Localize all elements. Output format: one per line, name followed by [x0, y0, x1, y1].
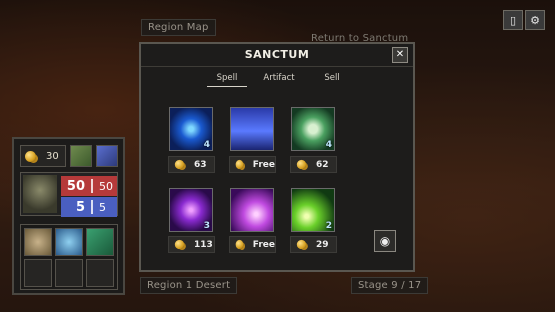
map-scroll-icon[interactable] — [70, 145, 92, 167]
mana-max: 5 — [99, 200, 106, 214]
price-value: 113 — [194, 239, 213, 250]
sanctum-modal: SANCTUM ✕ Spell Artifact Sell 4 4 63 Fre… — [139, 42, 415, 272]
hp-current: 50 — [66, 178, 85, 194]
close-icon: ✕ — [395, 49, 405, 60]
gold-amount: 30 — [46, 150, 59, 162]
water-orb-icon[interactable] — [55, 228, 83, 256]
gold-counter: 30 — [20, 145, 66, 167]
tab-spell[interactable]: Spell — [207, 73, 247, 87]
region-map-label[interactable]: Region Map — [141, 19, 216, 36]
tab-artifact[interactable]: Artifact — [259, 73, 299, 83]
gold-coin-icon — [174, 159, 185, 170]
gold-coin-icon — [296, 159, 307, 170]
close-button[interactable]: ✕ — [392, 47, 408, 63]
purple-burst-spell-icon[interactable] — [230, 188, 274, 232]
price-value: Free — [252, 239, 275, 250]
gear-icon: ⚙ — [530, 13, 540, 27]
gold-coin-icon — [235, 239, 244, 250]
price-value: 29 — [316, 239, 329, 250]
gold-coin-icon — [235, 159, 244, 170]
mana-bar: 5 5 — [61, 197, 117, 217]
book-button[interactable]: ▯ — [503, 10, 523, 30]
hp-separator — [91, 179, 93, 193]
sword-shield-spell-icon[interactable] — [230, 107, 274, 151]
gold-coin-icon — [296, 239, 307, 250]
hp-bar: 50 50 — [61, 176, 117, 196]
hp-max: 50 — [99, 179, 113, 193]
stage-label: Stage 9 / 17 — [351, 277, 429, 294]
tab-sell[interactable]: Sell — [312, 73, 352, 83]
spiral-relic-icon[interactable] — [24, 228, 52, 256]
price-value: Free — [252, 159, 275, 170]
empty-slot[interactable] — [24, 259, 52, 287]
spell-level: 2 — [325, 221, 332, 231]
mana-current: 5 — [75, 199, 85, 215]
spell-price[interactable]: 29 — [290, 236, 337, 253]
region-name-label: Region 1 Desert — [140, 277, 238, 294]
spell-price[interactable]: Free — [229, 156, 276, 173]
player-panel: 30 50 50 5 5 — [12, 137, 125, 295]
empty-slot[interactable] — [55, 259, 83, 287]
spell-level: 3 — [203, 221, 210, 231]
spell-price[interactable]: Free — [229, 236, 276, 253]
gold-coin-icon — [174, 239, 185, 250]
purple-rune-spell-icon[interactable]: 3 — [169, 188, 213, 232]
spell-price[interactable]: 63 — [168, 156, 215, 173]
price-value: 62 — [316, 159, 329, 170]
mana-separator — [91, 200, 93, 214]
skull-spell-icon[interactable]: 4 — [291, 107, 335, 151]
modal-title: SANCTUM — [141, 44, 413, 67]
orc-portrait-icon — [23, 175, 57, 213]
eye-icon: ◉ — [379, 234, 391, 248]
gold-coin-icon — [25, 150, 36, 162]
green-tome-icon[interactable] — [86, 228, 114, 256]
spellbook-icon[interactable] — [96, 145, 118, 167]
price-value: 63 — [194, 159, 207, 170]
empty-slot[interactable] — [86, 259, 114, 287]
inventory-grid — [20, 224, 118, 290]
spell-level: 4 — [325, 140, 332, 150]
reveal-button[interactable]: ◉ — [374, 230, 396, 252]
green-bolt-spell-icon[interactable]: 2 — [291, 188, 335, 232]
book-icon: ▯ — [509, 13, 517, 27]
spell-level: 4 — [203, 140, 210, 150]
spell-price[interactable]: 62 — [290, 156, 337, 173]
blue-eye-spell-icon[interactable]: 4 — [169, 107, 213, 151]
spell-price[interactable]: 113 — [168, 236, 215, 253]
settings-button[interactable]: ⚙ — [525, 10, 545, 30]
